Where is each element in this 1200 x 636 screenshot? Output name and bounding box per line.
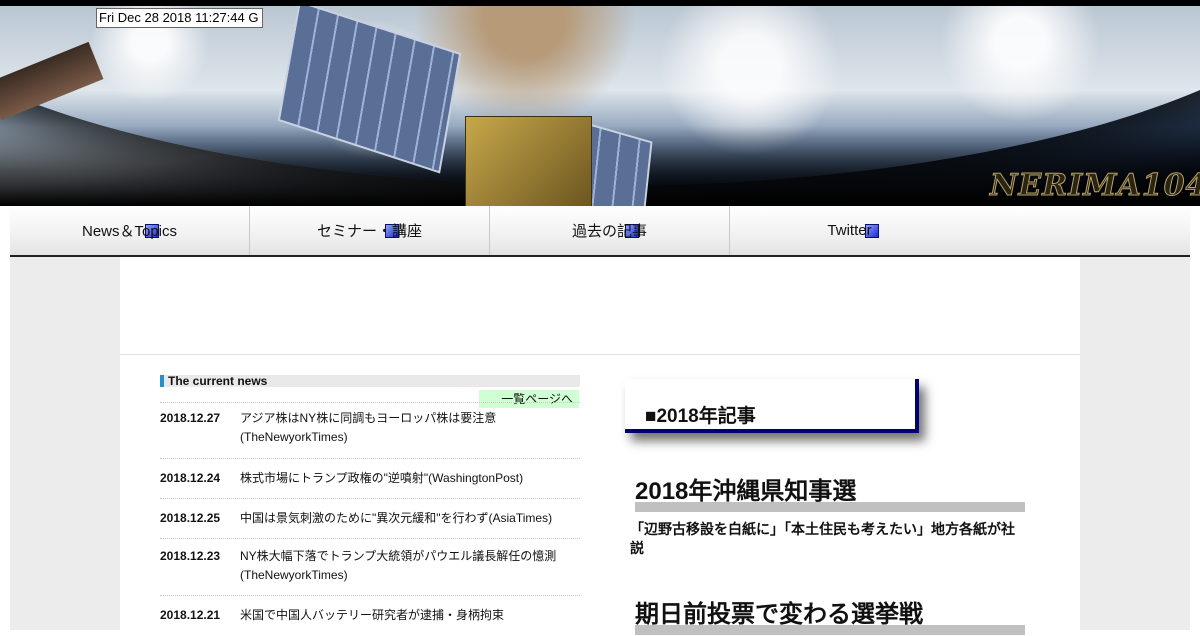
news-title[interactable]: 株式市場にトランプ政権の"逆噴射"(WashingtonPost) (240, 469, 580, 488)
nav-label: News＆Topics (81, 223, 178, 240)
nav-item-news-topics[interactable]: News＆Topics (10, 206, 250, 255)
news-item[interactable]: 2018.12.27 アジア株はNY株に同調もヨーロッパ株は要注意(TheNew… (160, 402, 580, 459)
section-divider (635, 502, 1025, 512)
section-divider (635, 625, 1025, 635)
news-date: 2018.12.27 (160, 411, 221, 425)
news-title[interactable]: NY株大幅下落でトランプ大統領がパウエル議長解任の憶測(TheNewyorkTi… (240, 547, 580, 585)
nav-item-past-articles[interactable]: 過去の記事 (490, 206, 730, 255)
news-item[interactable]: 2018.12.24 株式市場にトランプ政権の"逆噴射"(WashingtonP… (160, 458, 580, 499)
news-title[interactable]: アジア株はNY株に同調もヨーロッパ株は要注意(TheNewyorkTimes) (240, 409, 580, 447)
ad-area (120, 257, 1080, 355)
news-date: 2018.12.25 (160, 511, 221, 525)
news-date: 2018.12.23 (160, 549, 221, 563)
clock-display: Fri Dec 28 2018 11:27:44 G (96, 8, 263, 28)
news-date: 2018.12.21 (160, 608, 221, 622)
header-banner: NERIMA1040 (0, 6, 1200, 206)
section-title[interactable]: 2018年沖縄県知事選 (635, 471, 856, 506)
main-nav: News＆Topics セミナー・講座 過去の記事 Twitter (10, 206, 1190, 257)
nav-label: Twitter (827, 222, 872, 239)
nav-item-seminar[interactable]: セミナー・講座 (250, 206, 490, 255)
news-title[interactable]: 中国は景気刺激のために"異次元緩和"を行わず(AsiaTimes) (240, 509, 580, 528)
news-title[interactable]: 米国で中国人バッテリー研究者が逮捕・身柄拘束 (240, 606, 580, 625)
articles-2018-box[interactable]: ■2018年記事 (625, 379, 919, 433)
site-logo[interactable]: NERIMA1040 (989, 168, 1200, 204)
articles-2018-label: ■2018年記事 (645, 406, 756, 427)
nav-label: 過去の記事 (571, 223, 647, 240)
section-title[interactable]: 期日前投票で変わる選挙戦 (635, 594, 923, 629)
news-heading: The current news (160, 375, 580, 387)
nav-item-twitter[interactable]: Twitter (730, 206, 969, 255)
section-subtitle[interactable]: 「辺野古移設を白紙に」「本土住民も考えたい」地方各紙が社説 (630, 520, 1025, 558)
nav-label: セミナー・講座 (316, 223, 422, 240)
satellite-body-image (465, 116, 592, 206)
news-item[interactable]: 2018.12.23 NY株大幅下落でトランプ大統領がパウエル議長解任の憶測(T… (160, 538, 580, 596)
news-item[interactable]: 2018.12.25 中国は景気刺激のために"異次元緩和"を行わず(AsiaTi… (160, 498, 580, 539)
main-content: The current news 一覧ページへ 2018.12.27 アジア株は… (120, 257, 1080, 635)
news-date: 2018.12.24 (160, 471, 221, 485)
